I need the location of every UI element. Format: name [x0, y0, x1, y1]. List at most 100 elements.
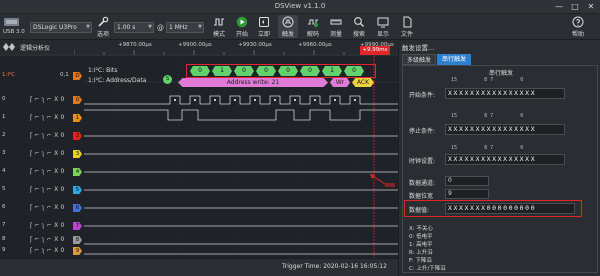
- data-width-value: 9: [448, 190, 452, 197]
- section-title: 串行触发: [489, 70, 514, 77]
- legend-line: X: 不关心: [409, 226, 433, 232]
- play-icon: [236, 16, 248, 28]
- legend-line: 1: 高电平: [409, 242, 433, 248]
- measure-button[interactable]: 测量: [327, 16, 345, 38]
- display-icon: [377, 17, 389, 28]
- channel-9-name[interactable]: 9: [2, 247, 6, 253]
- trigger-button[interactable]: 触发: [278, 15, 298, 38]
- channel-3-name[interactable]: 3: [2, 150, 6, 156]
- instant-button[interactable]: 立即: [255, 16, 273, 38]
- legend-line: 0: 低电平: [409, 234, 433, 240]
- data-channel-label: 数据通道:: [409, 180, 436, 187]
- title-bar: DSView v1.1.0 — □ ✕: [0, 0, 600, 14]
- trigger-time: Trigger Time: 2020-02-16 16:05:12: [282, 263, 387, 270]
- channel-2-trigger[interactable]: ʃ ⌐ ʅ ⌐ X 0: [30, 132, 65, 139]
- device-select[interactable]: DSLogic U3Pro ▼: [30, 22, 92, 33]
- channel-4-trigger[interactable]: ʃ ⌐ ʅ ⌐ X 0: [30, 168, 65, 175]
- channel-4-name[interactable]: 4: [2, 168, 6, 174]
- help-button[interactable]: 帮助: [566, 16, 590, 38]
- start-label: 开始: [235, 31, 248, 38]
- legend-line: C: 上升/下降沿: [409, 266, 446, 272]
- time-select[interactable]: 1.00 s ▼: [114, 22, 154, 33]
- status-bar: Trigger Time: 2020-02-16 16:05:12: [0, 258, 398, 276]
- decode-button[interactable]: 解码: [304, 16, 322, 38]
- decode-wr: Wr: [330, 78, 350, 87]
- ruler-icon: [330, 19, 342, 25]
- data-channel-select[interactable]: 0: [445, 176, 489, 186]
- channel-2-name[interactable]: 2: [2, 132, 6, 138]
- start-condition-label: 开始条件:: [409, 92, 436, 99]
- channel-7-name[interactable]: 7: [2, 222, 6, 228]
- channel-9-trigger[interactable]: ʃ ⌐ ʅ ⌐ X 0: [30, 247, 65, 254]
- decode-address: Address write: 21: [178, 78, 328, 87]
- panel-title: 触发设置...: [402, 44, 435, 52]
- time-value: 1.00 s: [117, 24, 136, 31]
- search-button[interactable]: 搜索: [350, 16, 368, 38]
- channel-0-name[interactable]: 0: [2, 96, 6, 102]
- time-ruler: +9870.00μs +9900.00μs +9930.00μs +9960.0…: [74, 40, 394, 56]
- trigger-icon: [282, 16, 294, 28]
- channel-8-name[interactable]: 8: [2, 236, 6, 242]
- at-symbol: @: [157, 24, 164, 32]
- stop-bit-index: 15 8 7 0: [451, 113, 524, 119]
- mode-label: 模式: [212, 31, 225, 38]
- start-condition-input[interactable]: XXXXXXXXXXXXXXXX: [445, 88, 565, 99]
- channel-5-name[interactable]: 5: [2, 186, 6, 192]
- file-button[interactable]: 文件: [396, 16, 418, 38]
- usb-label: USB 3.0: [3, 29, 25, 35]
- options-label: 选项: [96, 31, 109, 38]
- channel-7-trigger[interactable]: ʃ ⌐ ʅ ⌐ X 0: [30, 222, 65, 229]
- file-icon: [403, 16, 412, 28]
- decode-bits-label: 1:I²C: Bits: [88, 67, 118, 74]
- device-icon[interactable]: [3, 17, 21, 27]
- waveform-area: 1:I²C 0,1 D 1:I²C: Bits 1:I²C: Address/D…: [0, 56, 398, 258]
- cursor-time-label[interactable]: +9.99ms: [360, 46, 390, 55]
- channel-5-trigger[interactable]: ʃ ⌐ ʅ ⌐ X 0: [30, 186, 65, 193]
- decoder-tag-channels: 0,1: [60, 72, 69, 78]
- data-width-select[interactable]: 9: [445, 189, 489, 199]
- instant-icon: [259, 17, 269, 27]
- clock-setting-input[interactable]: XXXXXXXXXXXXXXXX: [445, 154, 565, 165]
- decode-start-marker: S: [163, 75, 172, 84]
- file-label: 文件: [400, 31, 413, 38]
- start-bit-index: 15 8 7 0: [451, 77, 524, 83]
- minimize-button[interactable]: —: [552, 1, 566, 12]
- channel-8-trigger[interactable]: ʃ ⌐ ʅ ⌐ X 0: [30, 236, 65, 243]
- chevron-down-icon: ▼: [86, 24, 90, 30]
- channel-3-trigger[interactable]: ʃ ⌐ ʅ ⌐ X 0: [30, 150, 65, 157]
- display-label: 显示: [376, 31, 389, 38]
- trigger-label: 触发: [281, 31, 294, 38]
- maximize-button[interactable]: □: [568, 1, 582, 12]
- clock-setting-label: 时钟设置:: [409, 158, 436, 165]
- channel-1-trigger[interactable]: ʃ ⌐ ʅ ⌐ X 0: [30, 114, 65, 121]
- channel-6-name[interactable]: 6: [2, 204, 6, 210]
- stop-condition-label: 停止条件:: [409, 128, 436, 135]
- tab-multi-trigger[interactable]: 多级触发: [402, 54, 436, 65]
- measure-label: 测量: [329, 31, 342, 38]
- frequency-select[interactable]: 1 MHz ▼: [166, 22, 204, 33]
- decode-highlight-box: [186, 64, 376, 78]
- decode-ack: ACK: [352, 78, 374, 87]
- decoder-channel-name[interactable]: 1:I²C: [2, 72, 15, 78]
- close-button[interactable]: ✕: [584, 1, 598, 12]
- stop-condition-input[interactable]: XXXXXXXXXXXXXXXX: [445, 124, 565, 135]
- window-title: DSView v1.1.0: [274, 2, 326, 10]
- tab-serial-trigger[interactable]: 串行触发: [437, 54, 471, 65]
- channel-0-trigger[interactable]: ʃ ⌐ ʅ ⌐ X 0: [30, 96, 65, 103]
- instant-label: 立即: [257, 31, 270, 38]
- channel-1-name[interactable]: 1: [2, 114, 6, 120]
- start-button[interactable]: 开始: [233, 16, 251, 38]
- display-button[interactable]: 显示: [372, 16, 394, 38]
- decode-icon: [308, 19, 318, 27]
- clock-bit-index: 15 8 7 0: [451, 145, 524, 151]
- decode-label: 解码: [306, 31, 319, 38]
- options-button[interactable]: 选项: [94, 16, 112, 38]
- channel-6-trigger[interactable]: ʃ ⌐ ʅ ⌐ X 0: [30, 204, 65, 211]
- ruler-label: +9960.00μs: [298, 42, 332, 48]
- search-label: 搜索: [352, 31, 365, 38]
- data-width-label: 数据位宽: [409, 193, 434, 200]
- tab-logic-analyzer[interactable]: 逻辑分析仪: [20, 43, 50, 52]
- ruler-label: +9900.00μs: [178, 42, 212, 48]
- mode-button[interactable]: 模式: [209, 16, 229, 38]
- mode-icon: [214, 18, 224, 26]
